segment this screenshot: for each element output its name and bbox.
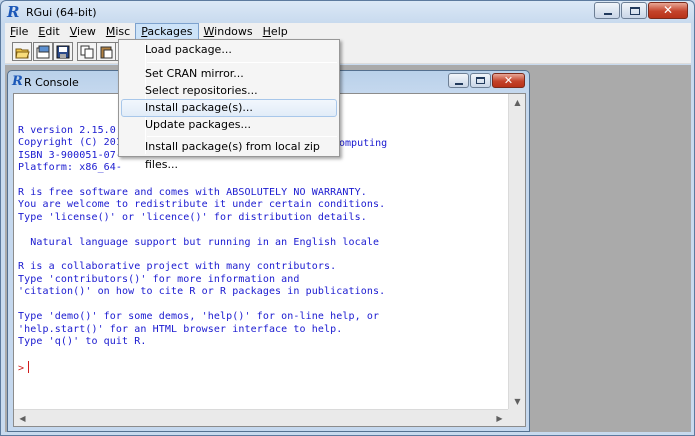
minimize-icon — [455, 83, 463, 85]
menu-help-rest: elp — [270, 25, 288, 38]
menu-update-packages[interactable]: Update packages... — [121, 116, 337, 134]
save-icon — [56, 45, 70, 59]
scroll-up-icon[interactable]: ▲ — [509, 94, 526, 111]
horizontal-scrollbar[interactable]: ◀ ▶ — [14, 409, 508, 426]
menu-misc-key: M — [105, 25, 116, 38]
title-bar[interactable]: R RGui (64-bit) ✕ — [1, 1, 694, 23]
console-close-button[interactable]: ✕ — [492, 73, 525, 88]
menu-help[interactable]: Help — [258, 23, 293, 40]
r-logo-icon: R — [7, 3, 20, 21]
console-line: R is a collaborative project with many c… — [18, 261, 337, 273]
console-line: R is free software and comes with ABSOLU… — [18, 187, 367, 199]
maximize-icon — [630, 7, 640, 15]
load-workspace-icon — [36, 45, 50, 59]
console-line: Natural language support but running in … — [18, 236, 380, 248]
console-line: 'help.start()' for an HTML browser inter… — [18, 323, 343, 335]
save-workspace-button[interactable] — [53, 42, 73, 61]
rgui-window: R RGui (64-bit) ✕ File Edit View Misc Pa… — [0, 0, 695, 436]
console-line: Type 'demo()' for some demos, 'help()' f… — [18, 311, 380, 323]
menu-load-package-label: Load package... — [145, 43, 232, 56]
paste-button[interactable] — [96, 42, 116, 61]
menu-view-key: V — [69, 25, 78, 38]
window-title: RGui (64-bit) — [26, 6, 97, 19]
menu-edit-rest: dit — [45, 25, 60, 38]
console-r-logo-icon: R — [12, 74, 23, 89]
console-maximize-button[interactable] — [470, 73, 491, 88]
menu-select-repositories-label: Select repositories... — [145, 84, 258, 97]
open-folder-icon — [15, 48, 30, 59]
hidden-fragment: Computing — [333, 138, 388, 149]
console-output: R version 2.15.0 Copyright (C) 201 ISBN 3-… — [18, 125, 385, 375]
menu-select-repositories[interactable]: Select repositories... — [121, 82, 337, 100]
console-line: Platform: x86_64- — [18, 162, 123, 174]
menu-separator — [147, 62, 337, 63]
copy-icon — [80, 45, 94, 59]
menu-view[interactable]: View — [65, 23, 101, 40]
size-grip[interactable] — [508, 409, 525, 426]
console-minimize-button[interactable] — [448, 73, 469, 88]
scroll-left-icon[interactable]: ◀ — [14, 410, 31, 427]
console-line: Type 'license()' or 'licence()' for dist… — [18, 211, 367, 223]
menu-update-packages-label: Update packages... — [145, 118, 251, 131]
menu-install-packages[interactable]: Install package(s)... — [121, 99, 337, 117]
prompt-symbol: > — [18, 362, 25, 374]
console-prompt[interactable]: > — [18, 360, 385, 375]
packages-menu: Load package... Set CRAN mirror... Selec… — [118, 39, 340, 171]
scroll-right-icon[interactable]: ▶ — [491, 410, 508, 427]
close-icon: ✕ — [503, 74, 514, 87]
menu-install-from-zip[interactable]: Install package(s) from local zip files.… — [121, 138, 337, 171]
console-line: Type 'contributors()' for more informati… — [18, 273, 300, 285]
console-line: You are welcome to redistribute it under… — [18, 199, 386, 211]
menu-separator — [147, 136, 337, 137]
menu-misc-rest: isc — [115, 25, 131, 38]
menu-edit[interactable]: Edit — [33, 23, 64, 40]
close-button[interactable]: ✕ — [648, 2, 688, 19]
menu-windows[interactable]: Windows — [199, 23, 258, 40]
menu-help-key: H — [262, 25, 271, 38]
copy-button[interactable] — [77, 42, 97, 61]
menu-windows-key: W — [203, 25, 215, 38]
toolbar — [5, 40, 691, 64]
open-script-button[interactable] — [12, 42, 32, 61]
menu-install-packages-label: Install package(s)... — [145, 101, 253, 114]
menu-windows-rest: indows — [214, 25, 253, 38]
console-line: 'citation()' on how to cite R or R packa… — [18, 286, 386, 298]
menu-packages[interactable]: Packages — [135, 23, 199, 40]
maximize-button[interactable] — [621, 2, 647, 19]
minimize-button[interactable] — [594, 2, 620, 19]
vertical-scrollbar[interactable]: ▲ ▼ — [508, 94, 525, 410]
menu-set-cran-mirror[interactable]: Set CRAN mirror... — [121, 65, 337, 83]
menu-set-cran-mirror-label: Set CRAN mirror... — [145, 67, 244, 80]
menu-packages-rest: ackages — [147, 25, 193, 38]
load-workspace-button[interactable] — [33, 42, 53, 61]
menu-file[interactable]: File — [5, 23, 33, 40]
menubar: File Edit View Misc Packages Windows Hel… — [5, 23, 691, 40]
close-icon: ✕ — [662, 3, 674, 17]
paste-icon — [100, 46, 113, 59]
menu-view-rest: iew — [77, 25, 96, 38]
text-cursor — [28, 360, 30, 373]
console-line: Type 'q()' to quit R. — [18, 335, 147, 347]
scroll-down-icon[interactable]: ▼ — [509, 393, 526, 410]
maximize-icon — [476, 77, 485, 84]
minimize-icon — [604, 13, 612, 15]
menu-load-package[interactable]: Load package... — [121, 41, 337, 59]
menu-misc[interactable]: Misc — [101, 23, 135, 40]
console-title: R Console — [24, 76, 79, 89]
menu-file-rest: ile — [15, 25, 29, 38]
